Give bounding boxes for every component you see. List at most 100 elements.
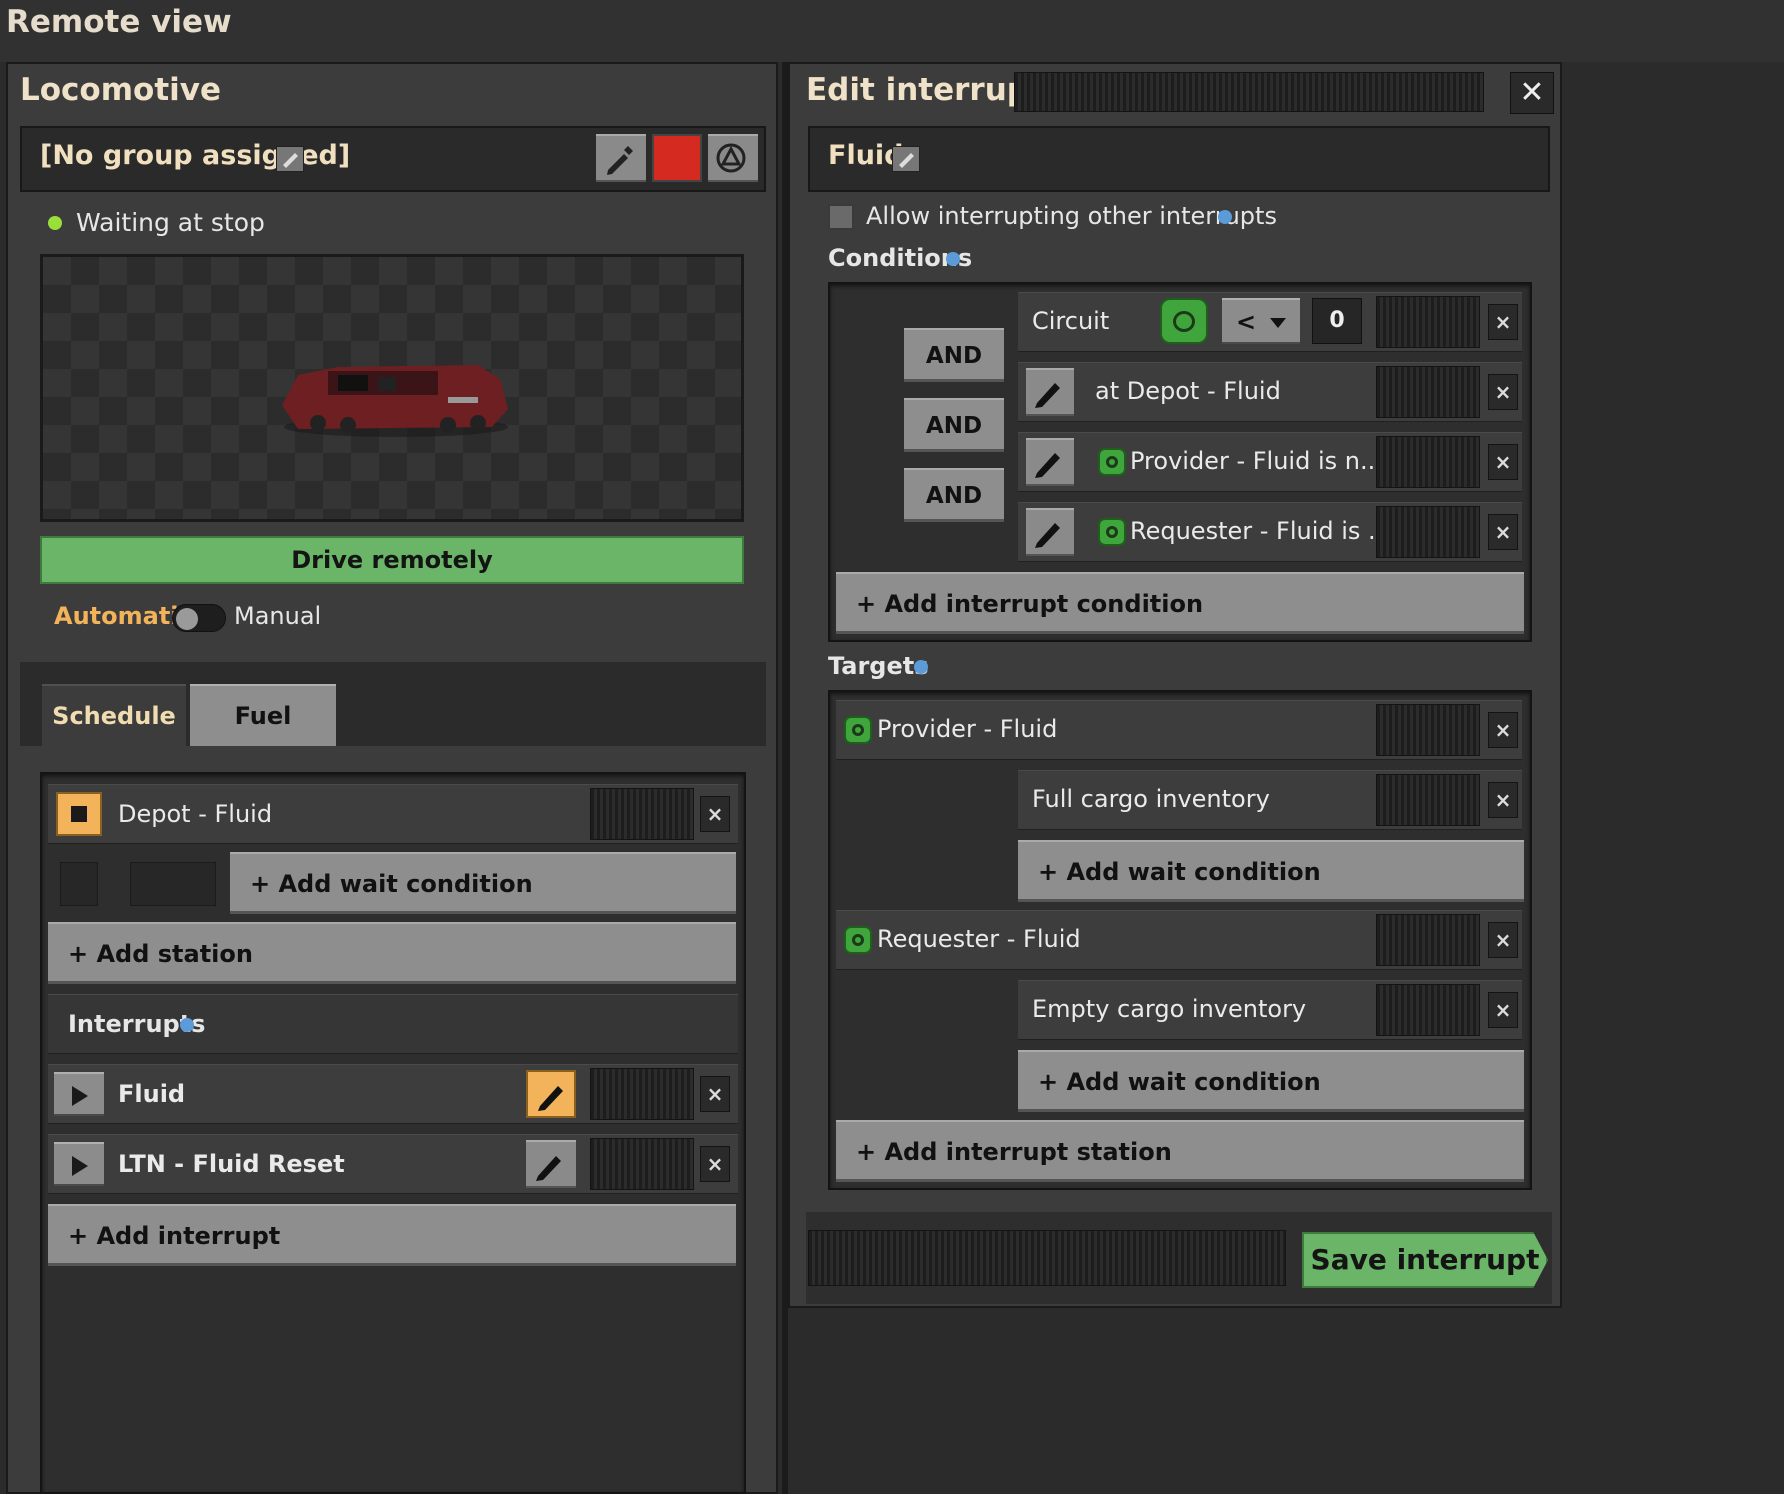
edit-interrupt-button[interactable] bbox=[526, 1140, 576, 1188]
add-interrupt-button[interactable]: + Add interrupt bbox=[48, 1204, 736, 1266]
add-wait-condition-button[interactable]: + Add wait condition bbox=[230, 852, 736, 914]
interrupt-name: Fluid bbox=[118, 1080, 186, 1108]
pencil-icon bbox=[1035, 453, 1060, 478]
remove-wait-condition-button[interactable]: × bbox=[1488, 782, 1518, 818]
footer-drag-handle[interactable] bbox=[808, 1230, 1286, 1286]
mode-toggle[interactable] bbox=[172, 604, 226, 632]
pencil-icon bbox=[1035, 383, 1060, 408]
signal-icon bbox=[844, 926, 872, 954]
and-connector-button[interactable]: AND bbox=[904, 468, 1004, 522]
remove-station-button[interactable]: × bbox=[700, 796, 730, 832]
connector-cell bbox=[60, 862, 98, 906]
target-icon bbox=[716, 143, 746, 173]
allow-interrupting-checkbox[interactable] bbox=[828, 204, 854, 230]
and-connector-button[interactable]: AND bbox=[904, 398, 1004, 452]
title-drag-handle[interactable] bbox=[1014, 72, 1484, 112]
add-station-button[interactable]: + Add station bbox=[48, 922, 736, 984]
remove-condition-button[interactable]: × bbox=[1488, 304, 1518, 340]
comparator-dropdown[interactable]: < bbox=[1222, 298, 1300, 344]
locomotive-preview bbox=[40, 254, 744, 522]
station-name: Depot - Fluid bbox=[118, 800, 273, 828]
constant-input[interactable]: 0 bbox=[1312, 298, 1362, 344]
condition-text: at Depot - Fluid bbox=[1095, 377, 1281, 405]
toggle-knob bbox=[176, 608, 198, 630]
and-connector-button[interactable]: AND bbox=[904, 328, 1004, 382]
eyedropper-icon bbox=[607, 146, 633, 175]
pencil-icon bbox=[283, 153, 298, 168]
remove-target-button[interactable]: × bbox=[1488, 712, 1518, 748]
tab-fuel[interactable]: Fuel bbox=[190, 684, 336, 746]
allow-interrupting-label: Allow interrupting other interrupts bbox=[866, 202, 1277, 230]
wait-condition-text: Full cargo inventory bbox=[1032, 785, 1270, 813]
locomotive-title: Locomotive bbox=[20, 72, 222, 108]
remove-interrupt-button[interactable]: × bbox=[700, 1076, 730, 1112]
signal-icon bbox=[1098, 518, 1126, 546]
map-view-button[interactable] bbox=[708, 134, 758, 182]
remove-condition-button[interactable]: × bbox=[1488, 514, 1518, 550]
chevron-down-icon bbox=[1270, 318, 1286, 328]
comparator-value: < bbox=[1236, 308, 1257, 336]
drag-handle[interactable] bbox=[1376, 436, 1480, 488]
pencil-icon bbox=[538, 1086, 563, 1111]
add-wait-condition-button[interactable]: + Add wait condition bbox=[1018, 1050, 1524, 1112]
add-wait-condition-button[interactable]: + Add wait condition bbox=[1018, 840, 1524, 902]
circuit-signal-icon[interactable] bbox=[1160, 298, 1208, 344]
status-dot-icon bbox=[48, 216, 62, 230]
locomotive-icon bbox=[282, 365, 508, 437]
expand-interrupt-button[interactable] bbox=[54, 1072, 104, 1116]
add-interrupt-condition-button[interactable]: + Add interrupt condition bbox=[836, 572, 1524, 634]
edit-condition-button[interactable] bbox=[1026, 368, 1074, 416]
drag-handle[interactable] bbox=[1376, 506, 1480, 558]
stop-icon bbox=[71, 806, 87, 822]
remove-wait-condition-button[interactable]: × bbox=[1488, 992, 1518, 1028]
target-station-name: Requester - Fluid bbox=[877, 925, 1081, 953]
drag-handle[interactable] bbox=[1376, 914, 1480, 966]
drag-handle[interactable] bbox=[1376, 984, 1480, 1036]
condition-text: Provider - Fluid is n... bbox=[1130, 447, 1383, 475]
color-swatch[interactable] bbox=[652, 134, 702, 182]
add-interrupt-station-button[interactable]: + Add interrupt station bbox=[836, 1120, 1524, 1182]
condition-text: Requester - Fluid is ... bbox=[1130, 517, 1391, 545]
rename-group-button[interactable] bbox=[276, 146, 304, 172]
drag-handle[interactable] bbox=[1376, 704, 1480, 756]
save-interrupt-button[interactable]: Save interrupt bbox=[1302, 1232, 1548, 1288]
info-icon[interactable] bbox=[946, 252, 960, 266]
pencil-icon bbox=[1035, 523, 1060, 548]
remove-target-button[interactable]: × bbox=[1488, 922, 1518, 958]
mode-manual-label: Manual bbox=[234, 602, 322, 630]
info-icon[interactable] bbox=[180, 1018, 194, 1032]
color-picker-button[interactable] bbox=[596, 134, 646, 182]
edit-interrupt-title: Edit interrupt bbox=[806, 72, 1044, 108]
edit-condition-button[interactable] bbox=[1026, 508, 1074, 556]
remove-condition-button[interactable]: × bbox=[1488, 374, 1518, 410]
play-icon bbox=[72, 1086, 88, 1106]
pencil-icon bbox=[536, 1156, 561, 1181]
edit-condition-button[interactable] bbox=[1026, 438, 1074, 486]
station-status-button[interactable] bbox=[56, 792, 102, 836]
remove-condition-button[interactable]: × bbox=[1488, 444, 1518, 480]
info-icon[interactable] bbox=[914, 660, 928, 674]
window-title-bar bbox=[0, 0, 1784, 62]
target-station-name: Provider - Fluid bbox=[877, 715, 1058, 743]
interrupt-name: LTN - Fluid Reset bbox=[118, 1150, 345, 1178]
drag-handle[interactable] bbox=[1376, 774, 1480, 826]
drag-handle[interactable] bbox=[590, 788, 694, 840]
connector-cell bbox=[130, 862, 216, 906]
drag-handle[interactable] bbox=[590, 1068, 694, 1120]
signal-icon bbox=[844, 716, 872, 744]
close-icon[interactable]: ✕ bbox=[1510, 72, 1554, 114]
info-icon[interactable] bbox=[1218, 210, 1232, 224]
condition-type: Circuit bbox=[1032, 307, 1110, 335]
remove-interrupt-button[interactable]: × bbox=[700, 1146, 730, 1182]
drive-remotely-button[interactable]: Drive remotely bbox=[40, 536, 744, 584]
drag-handle[interactable] bbox=[1376, 296, 1480, 348]
tab-schedule[interactable]: Schedule bbox=[42, 684, 186, 748]
edit-interrupt-button[interactable] bbox=[526, 1070, 576, 1118]
play-icon bbox=[72, 1156, 88, 1176]
wait-condition-text: Empty cargo inventory bbox=[1032, 995, 1307, 1023]
drag-handle[interactable] bbox=[590, 1138, 694, 1190]
pencil-icon bbox=[899, 153, 914, 168]
drag-handle[interactable] bbox=[1376, 366, 1480, 418]
rename-interrupt-button[interactable] bbox=[892, 146, 920, 172]
expand-interrupt-button[interactable] bbox=[54, 1142, 104, 1186]
